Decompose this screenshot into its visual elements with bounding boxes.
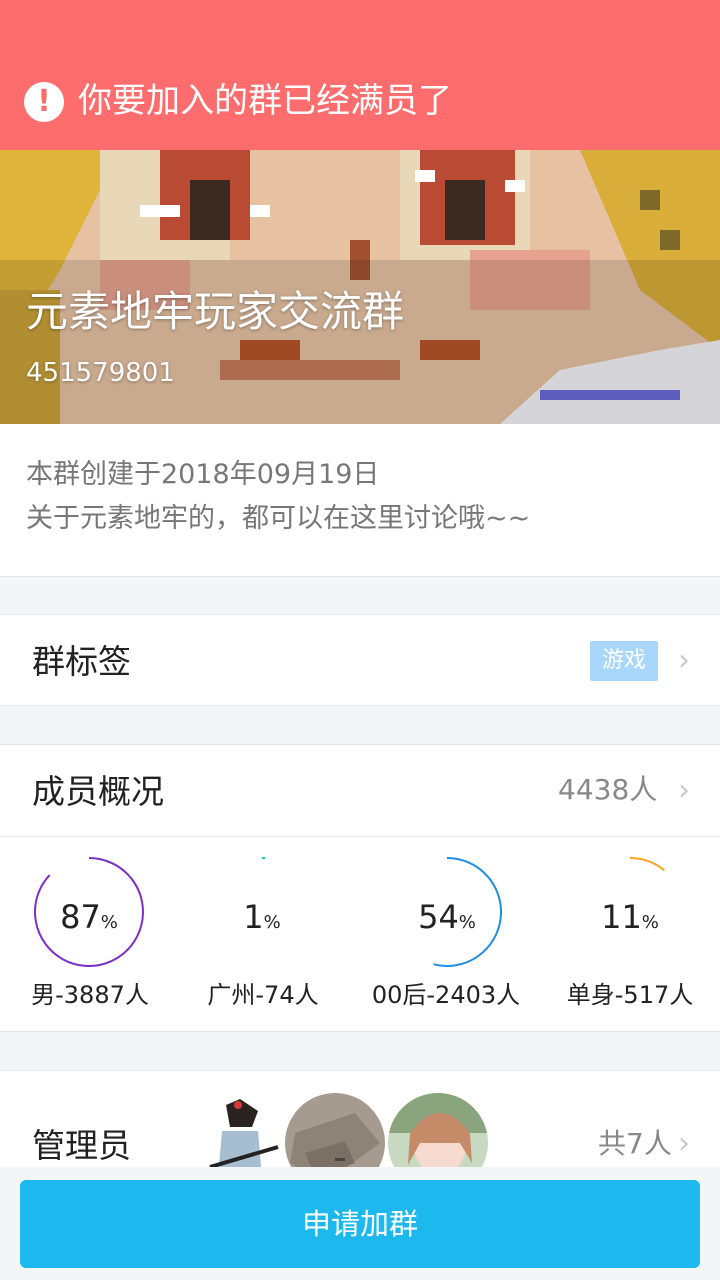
group-id: 451579801 [26, 358, 175, 388]
stat-percent: 11% [601, 898, 659, 936]
section-gap [0, 1031, 720, 1071]
stat-percent: 1% [243, 898, 281, 936]
apply-join-button[interactable]: 申请加群 [20, 1180, 700, 1268]
stat-percent: 87% [60, 898, 118, 936]
chevron-right-icon: › [678, 643, 690, 678]
section-gap [0, 576, 720, 615]
section-gap [0, 705, 720, 745]
stat-ring-arc [629, 857, 666, 872]
group-created-date: 本群创建于2018年09月19日 [26, 459, 380, 490]
chevron-right-icon: › [678, 1126, 690, 1161]
stat-label: 广州-74人 [207, 981, 319, 1009]
chevron-right-icon: › [678, 773, 690, 808]
stat-label: 单身-517人 [566, 981, 694, 1009]
stat-percent: 54% [418, 898, 476, 936]
group-name: 元素地牢玩家交流群 [26, 287, 405, 336]
stat-label: 00后-2403人 [371, 981, 521, 1009]
group-tags-title: 群标签 [32, 642, 131, 681]
tag-badge: 游戏 [590, 641, 658, 681]
members-overview-title: 成员概况 [32, 772, 164, 811]
stat-label: 男-3887人 [31, 981, 149, 1009]
exclamation-circle-icon: ! [24, 82, 64, 122]
admin-avatar[interactable] [200, 1097, 280, 1167]
error-banner [0, 0, 720, 150]
group-intro: 关于元素地牢的，都可以在这里讨论哦~~ [26, 503, 531, 534]
member-count: 4438人 [558, 773, 658, 806]
admin-count: 共7人 [598, 1127, 672, 1160]
admins-title: 管理员 [32, 1126, 131, 1165]
banner-message: 你要加入的群已经满员了 [78, 81, 452, 121]
